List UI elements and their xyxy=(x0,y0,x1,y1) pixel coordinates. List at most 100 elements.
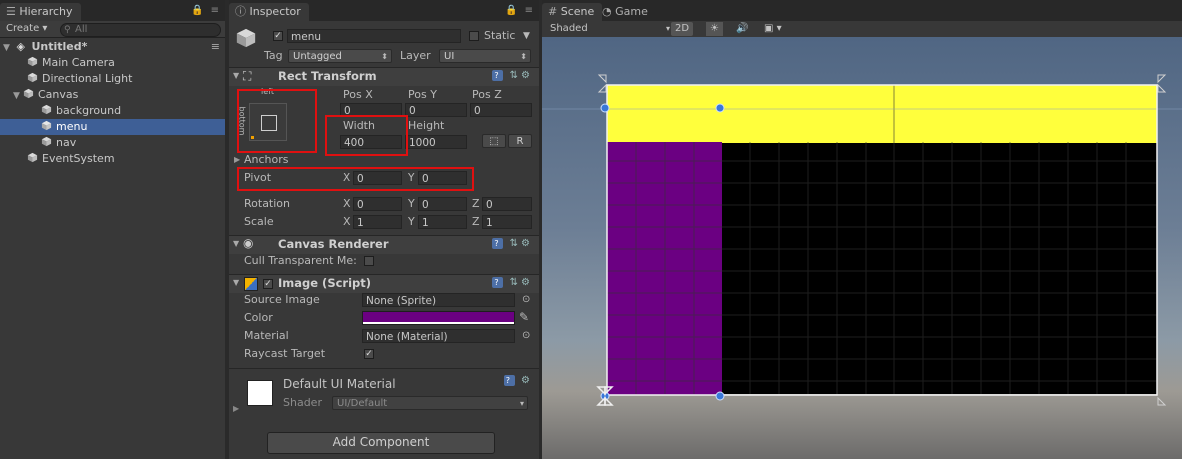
tag-label: Tag xyxy=(264,49,283,62)
source-image-field[interactable]: None (Sprite) xyxy=(362,293,515,307)
material-header-icons[interactable]: ? ⚙ xyxy=(503,375,533,386)
audio-toggle-icon[interactable]: 🔊 xyxy=(732,22,752,36)
item-label: menu xyxy=(56,120,88,133)
material-field[interactable]: None (Material) xyxy=(362,329,515,343)
color-field[interactable] xyxy=(362,311,515,325)
raw-edit-button[interactable]: R xyxy=(508,134,532,148)
handle-top-left[interactable] xyxy=(600,103,610,113)
hierarchy-item-background[interactable]: background xyxy=(0,103,225,119)
lighting-toggle-icon[interactable]: ☀ xyxy=(706,22,723,36)
foldout-arrow-icon[interactable]: ▼ xyxy=(233,278,239,287)
pos-y-input[interactable]: 0 xyxy=(405,103,467,117)
item-label: Canvas xyxy=(38,88,79,101)
tag-dropdown[interactable]: Untagged ⬍ xyxy=(288,49,392,63)
gameobject-cube-icon xyxy=(41,104,52,115)
object-name-input[interactable]: menu xyxy=(287,29,461,43)
scale-z-input[interactable]: 1 xyxy=(482,215,532,229)
expand-arrow-icon[interactable]: ▼ xyxy=(3,40,13,56)
scale-x-input[interactable]: 1 xyxy=(353,215,402,229)
help-icon[interactable]: ? xyxy=(492,238,504,249)
nav-rect[interactable] xyxy=(607,85,1157,143)
settings-gear-icon[interactable]: ⚙ xyxy=(521,238,533,249)
help-icon[interactable]: ? xyxy=(503,375,515,386)
rect-transform-title: Rect Transform xyxy=(278,69,377,83)
add-component-button[interactable]: Add Component xyxy=(267,432,495,454)
height-input[interactable]: 1000 xyxy=(405,135,467,149)
scene-root-row[interactable]: ▼ ◈ Untitled* ≡ xyxy=(0,39,225,55)
component-header-icons[interactable]: ? ⇅⚙ xyxy=(492,277,533,288)
scene-viewport[interactable] xyxy=(542,37,1182,459)
expand-arrow-icon[interactable]: ▼ xyxy=(13,88,23,104)
static-dropdown-icon[interactable]: ▼ xyxy=(523,28,530,44)
rect-transform-header[interactable]: ▼ ⛶ Rect Transform ? ⇅⚙ xyxy=(229,67,539,86)
help-icon[interactable]: ? xyxy=(492,70,504,81)
material-foldout-icon[interactable]: ▶ xyxy=(233,401,239,417)
rotation-z-input[interactable]: 0 xyxy=(482,197,532,211)
anchors-foldout-icon[interactable]: ▶ xyxy=(234,152,240,168)
shader-dropdown[interactable]: UI/Default ▾ xyxy=(332,396,528,410)
scale-x-label: X xyxy=(343,215,351,228)
hierarchy-item-main-camera[interactable]: Main Camera xyxy=(0,55,225,71)
shading-mode-dropdown[interactable]: Shaded ▾ xyxy=(546,22,670,36)
active-checkbox[interactable]: ✓ xyxy=(273,31,283,41)
foldout-arrow-icon[interactable]: ▼ xyxy=(233,239,239,248)
object-picker-icon[interactable]: ⊙ xyxy=(522,328,530,344)
raycast-target-checkbox[interactable]: ✓ xyxy=(364,349,374,359)
cull-transparent-checkbox[interactable] xyxy=(364,256,374,266)
eyedropper-icon[interactable]: ✎ xyxy=(519,309,529,325)
shading-mode-label: Shaded xyxy=(550,23,588,34)
presets-icon[interactable]: ⇅ xyxy=(510,70,521,81)
anchors-foldout[interactable]: Anchors xyxy=(244,152,289,168)
hierarchy-item-canvas[interactable]: ▼ Canvas xyxy=(0,87,225,103)
panel-menu-icon[interactable]: 🔒 ≡ xyxy=(505,5,535,16)
static-checkbox[interactable] xyxy=(469,31,479,41)
2d-toggle-button[interactable]: 2D xyxy=(671,22,694,36)
component-header-icons[interactable]: ? ⇅⚙ xyxy=(492,238,533,249)
scale-label: Scale xyxy=(244,215,274,228)
material-thumbnail xyxy=(247,380,273,406)
rotation-x-input[interactable]: 0 xyxy=(353,197,402,211)
scale-y-input[interactable]: 1 xyxy=(418,215,467,229)
help-icon[interactable]: ? xyxy=(492,277,504,288)
component-header-icons[interactable]: ? ⇅⚙ xyxy=(492,70,533,81)
scene-tab-icon: # xyxy=(548,5,558,18)
rect-transform-icon: ⛶ xyxy=(243,69,252,83)
caret-icon: ⬍ xyxy=(381,52,388,61)
gameobject-large-cube-icon xyxy=(236,28,256,48)
create-button[interactable]: Create ▾ xyxy=(2,22,51,36)
hierarchy-item-eventsystem[interactable]: EventSystem xyxy=(0,151,225,167)
object-picker-icon[interactable]: ⊙ xyxy=(522,292,530,308)
foldout-arrow-icon[interactable]: ▼ xyxy=(233,71,239,80)
layer-dropdown[interactable]: UI ⬍ xyxy=(439,49,531,63)
hierarchy-item-nav[interactable]: nav xyxy=(0,135,225,151)
tab-scene[interactable]: # Scene xyxy=(542,3,603,21)
handle-top-right[interactable] xyxy=(715,103,725,113)
blueprint-mode-button[interactable]: ⬚ xyxy=(482,134,506,148)
presets-icon[interactable]: ⇅ xyxy=(510,238,521,249)
tab-inspector[interactable]: ⓘ Inspector xyxy=(229,3,309,21)
image-component-header[interactable]: ▼ ✓ Image (Script) ? ⇅⚙ xyxy=(229,274,539,293)
pos-z-input[interactable]: 0 xyxy=(470,103,532,117)
material-name: Default UI Material xyxy=(283,377,396,391)
scale-y-label: Y xyxy=(408,215,415,228)
tab-hierarchy[interactable]: ☰ Hierarchy xyxy=(0,3,81,21)
caret-icon: ▾ xyxy=(665,24,670,33)
hierarchy-item-menu[interactable]: menu xyxy=(0,119,225,135)
settings-gear-icon[interactable]: ⚙ xyxy=(521,70,533,81)
canvas-renderer-header[interactable]: ▼ ◉ Canvas Renderer ? ⇅⚙ xyxy=(229,235,539,254)
rotation-y-input[interactable]: 0 xyxy=(418,197,467,211)
settings-gear-icon[interactable]: ⚙ xyxy=(521,277,533,288)
image-enabled-checkbox[interactable]: ✓ xyxy=(263,279,273,289)
handle-bottom-right[interactable] xyxy=(715,391,725,401)
effects-dropdown-icon[interactable]: ▣ ▾ xyxy=(760,22,786,36)
raw-edit-label: R xyxy=(516,136,524,147)
tab-game[interactable]: ◔ Game xyxy=(596,3,656,21)
layer-label: Layer xyxy=(400,49,431,62)
hierarchy-tabbar: ☰ Hierarchy 🔒 ≡ xyxy=(0,0,225,21)
presets-icon[interactable]: ⇅ xyxy=(510,277,521,288)
hierarchy-item-directional-light[interactable]: Directional Light xyxy=(0,71,225,87)
hierarchy-search-input[interactable]: ⚲ All xyxy=(60,23,221,37)
settings-gear-icon[interactable]: ⚙ xyxy=(521,375,533,386)
panel-menu-icon[interactable]: 🔒 ≡ xyxy=(191,5,221,16)
scene-menu-icon[interactable]: ≡ xyxy=(211,39,220,55)
